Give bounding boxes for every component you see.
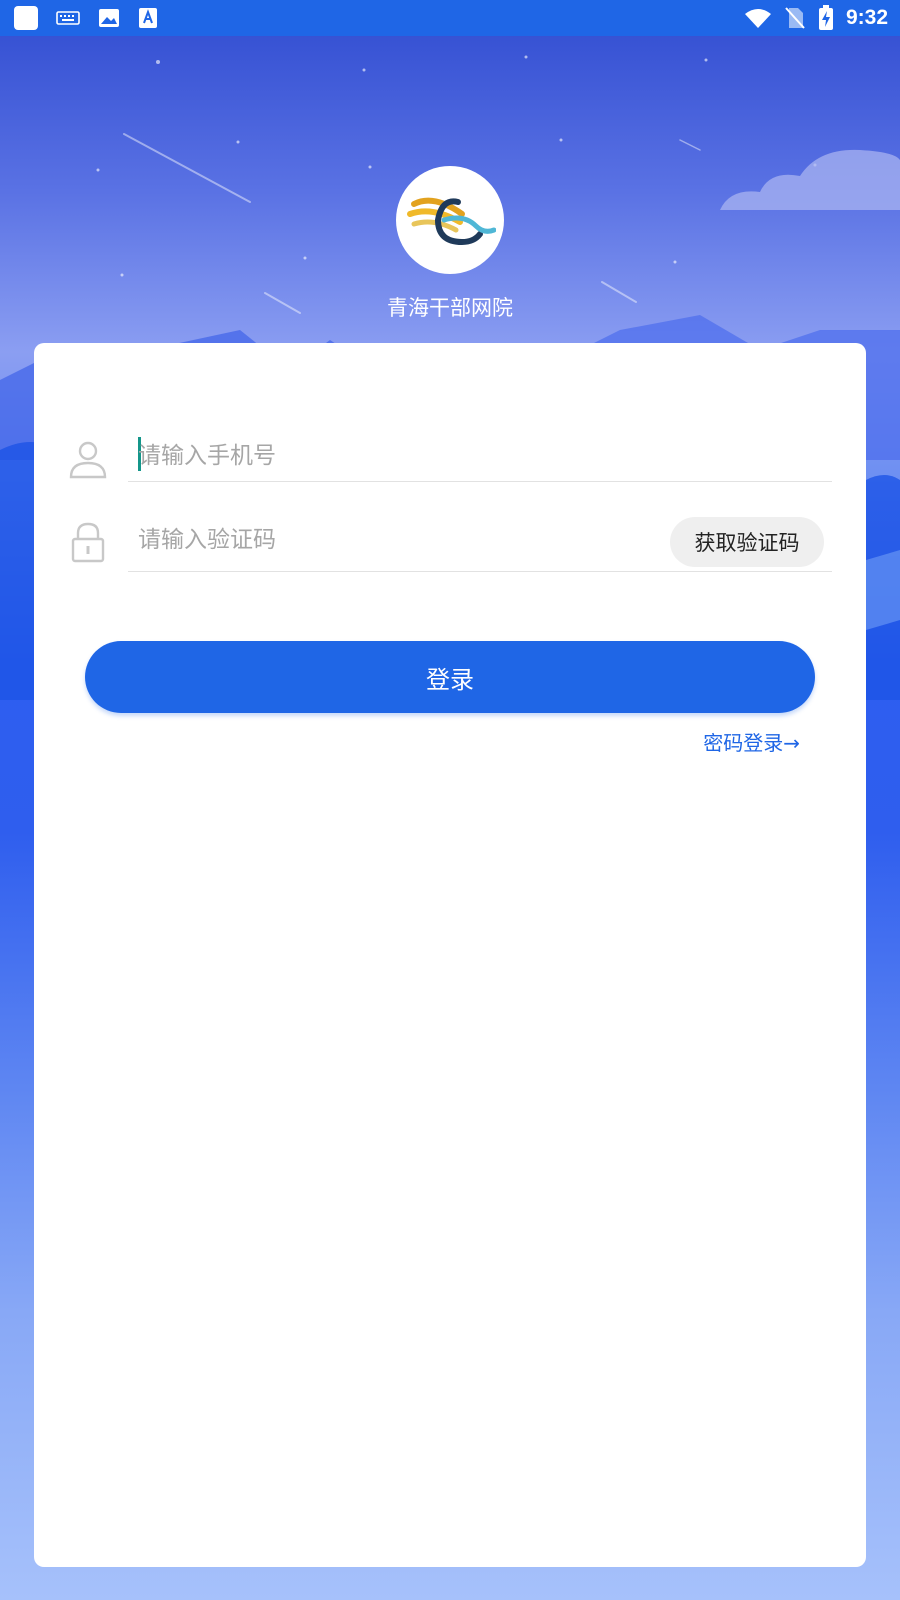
phone-divider xyxy=(128,481,832,482)
verification-code-input[interactable] xyxy=(138,523,618,557)
code-divider xyxy=(128,571,832,572)
login-button[interactable]: 登录 xyxy=(85,641,815,713)
image-icon xyxy=(99,9,119,27)
user-icon xyxy=(69,441,107,479)
login-card: 获取验证码 登录 密码登录→ xyxy=(34,343,866,1567)
lock-icon xyxy=(71,522,105,563)
status-bar: 9:32 xyxy=(0,0,900,36)
app-square-icon xyxy=(14,6,38,30)
wifi-icon xyxy=(744,9,771,28)
app-logo xyxy=(396,166,504,274)
clock: 9:32 xyxy=(845,6,888,29)
password-login-link[interactable]: 密码登录→ xyxy=(703,727,800,756)
phone-input[interactable] xyxy=(138,439,638,473)
no-sim-icon xyxy=(785,7,805,29)
app-name: 青海干部网院 xyxy=(387,296,513,320)
login-screen: 9:32 青海干部网院 获取验证码 登录 xyxy=(0,0,900,1600)
logo-emblem-icon xyxy=(407,197,496,246)
battery-charging-icon xyxy=(818,5,833,30)
get-code-button[interactable]: 获取验证码 xyxy=(670,517,824,567)
keyboard-icon xyxy=(56,11,80,25)
font-icon xyxy=(139,8,157,28)
